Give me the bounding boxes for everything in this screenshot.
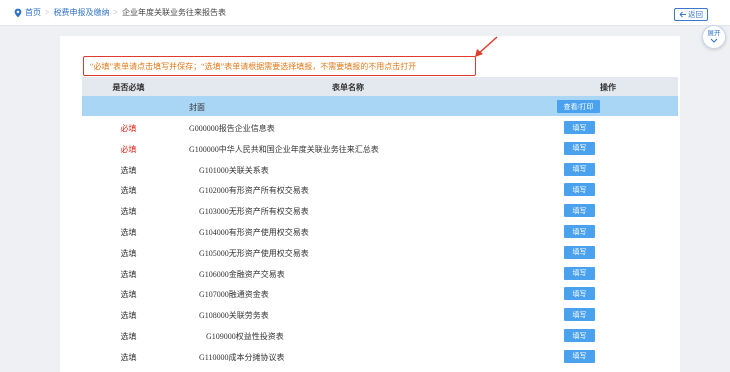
row-form-name: G109000权益性投资表 [206, 332, 284, 341]
breadcrumb-home[interactable]: 首页 [25, 7, 41, 18]
table-row: 选填 G108000关联劳务表 填写 [82, 304, 678, 325]
row-required-status: 选填 [120, 352, 137, 362]
cover-row: 封面 查看/打印 [82, 96, 678, 116]
expand-button[interactable]: 展开 [702, 25, 726, 49]
breadcrumb-separator: > [45, 8, 50, 17]
fill-button[interactable]: 填写 [564, 204, 595, 218]
fill-button[interactable]: 填写 [564, 121, 595, 134]
table-row: 选填 G103000无形资产所有权交易表 填写 [82, 200, 678, 221]
annotation-arrow-icon [475, 36, 498, 57]
fill-button[interactable]: 填写 [564, 308, 595, 322]
fill-button[interactable]: 填写 [564, 329, 595, 342]
row-form-name: G107000融通资金表 [199, 290, 269, 300]
row-required-status: 选填 [120, 186, 137, 196]
fill-button[interactable]: 填写 [564, 162, 595, 176]
table-row: 选填 G101000关联关系表 填写 [82, 159, 678, 180]
view-print-button[interactable]: 查看/打印 [557, 100, 600, 113]
breadcrumb: 首页 > 税费申报及缴纳 > 企业年度关联业务往来报告表 [14, 7, 226, 18]
instruction-notice: “必填”表单请点击填写并保存；“选填”表单请根据需要选择填报，不需要填报的不用点… [83, 56, 476, 76]
table-row: 选填 G105000无形资产使用权交易表 填写 [82, 242, 678, 263]
row-form-name: G100000中华人民共和国企业年度关联业务往来汇总表 [189, 144, 379, 154]
table-header: 是否必填 表单名称 操作 [82, 77, 678, 96]
row-form-name: G110000成本分摊协议表 [199, 352, 285, 362]
table-row: 选填 G109000权益性投资表 填写 [82, 325, 678, 346]
table-row: 选填 G106000金融资产交易表 填写 [82, 263, 678, 284]
breadcrumb-separator: > [113, 8, 119, 17]
fill-button[interactable]: 填写 [564, 225, 595, 238]
back-arrow-icon [679, 11, 686, 18]
row-required-status: 选填 [120, 248, 137, 258]
row-form-name: G104000有形资产使用权交易表 [199, 228, 309, 237]
table-row: 必填 G000000报告企业信息表 填写 [82, 117, 678, 138]
table-row: 选填 G110000成本分摊协议表 填写 [82, 346, 678, 367]
table-row: 选填 G104000有形资产使用权交易表 填写 [82, 221, 678, 242]
header-form-name: 表单名称 [332, 83, 364, 92]
row-required-status: 选填 [120, 228, 137, 237]
row-required-status: 选填 [120, 269, 137, 279]
fill-button[interactable]: 填写 [564, 266, 595, 280]
location-pin-icon [14, 8, 22, 17]
row-form-name: G108000关联劳务表 [199, 311, 269, 321]
table-row: 必填 G100000中华人民共和国企业年度关联业务往来汇总表 填写 [82, 138, 678, 159]
breadcrumb-level2[interactable]: 税费申报及缴纳 [54, 7, 110, 18]
row-form-name: G101000关联关系表 [199, 165, 269, 175]
top-bar: 首页 > 税费申报及缴纳 > 企业年度关联业务往来报告表 返回 [0, 0, 730, 26]
table-row: 选填 G102000有形资产所有权交易表 填写 [82, 179, 678, 200]
row-required-status: 选填 [120, 311, 137, 321]
back-button-label: 返回 [688, 10, 703, 19]
fill-button[interactable]: 填写 [564, 287, 595, 301]
row-form-name: G105000无形资产使用权交易表 [199, 248, 309, 258]
breadcrumb-current: 企业年度关联业务往来报告表 [122, 8, 227, 17]
fill-button[interactable]: 填写 [564, 349, 595, 363]
row-required-status: 选填 [120, 290, 137, 300]
row-required-status: 必填 [120, 124, 137, 133]
expand-label: 展开 [707, 30, 721, 37]
row-form-name: G103000无形资产所有权交易表 [199, 207, 309, 217]
header-operation: 操作 [600, 83, 616, 92]
cover-name: 封面 [189, 103, 205, 112]
fill-button[interactable]: 填写 [564, 183, 595, 197]
table-row: 选填 G107000融通资金表 填写 [82, 283, 678, 304]
row-required-status: 选填 [120, 207, 137, 217]
row-form-name: G102000有形资产所有权交易表 [199, 186, 309, 196]
row-required-status: 必填 [120, 144, 137, 154]
back-button[interactable]: 返回 [674, 8, 708, 21]
row-form-name: G000000报告企业信息表 [189, 124, 275, 133]
header-required: 是否必填 [112, 83, 145, 92]
row-form-name: G106000金融资产交易表 [199, 269, 285, 279]
chevron-down-icon [710, 38, 718, 43]
row-required-status: 选填 [120, 332, 137, 341]
row-required-status: 选填 [120, 165, 137, 175]
fill-button[interactable]: 填写 [564, 245, 595, 259]
fill-button[interactable]: 填写 [564, 141, 595, 155]
